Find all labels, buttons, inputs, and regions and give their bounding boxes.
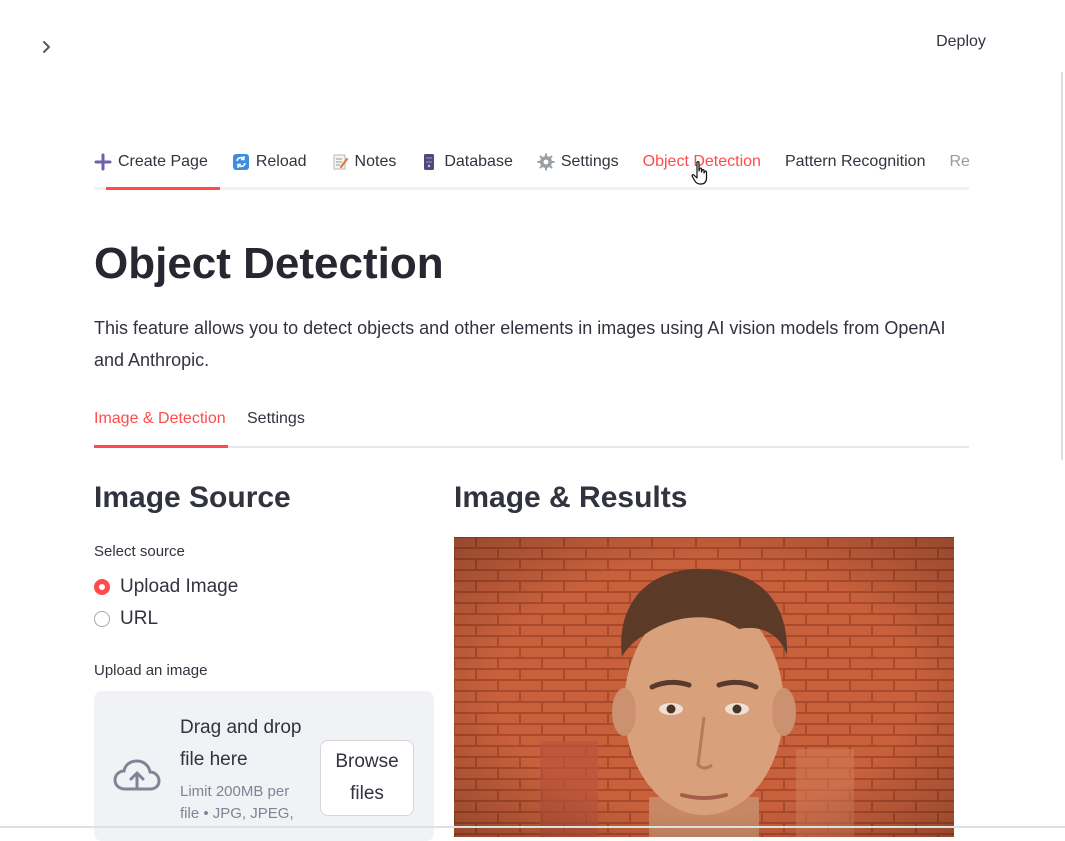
tab-settings[interactable]: Settings	[247, 410, 305, 428]
nav-item-notes[interactable]: Notes	[331, 146, 397, 178]
nav-item-pattern-recognition[interactable]: Pattern Recognition	[785, 146, 926, 178]
content-tabs: Image & Detection Settings	[94, 404, 969, 448]
upload-label: Upload an image	[94, 662, 208, 679]
radio-label: Upload Image	[120, 576, 239, 597]
dropzone-limit-text: Limit 200MB per file • JPG, JPEG,	[180, 783, 294, 822]
nav-item-label: Notes	[354, 153, 397, 170]
sidebar-expand-button[interactable]	[34, 34, 60, 60]
radio-selected-indicator	[94, 579, 110, 595]
chevron-right-icon	[43, 41, 50, 53]
radio-url[interactable]: URL	[94, 608, 158, 630]
nav-item-reload[interactable]: Reload	[232, 146, 307, 178]
database-icon	[420, 153, 438, 171]
nav-item-create-page[interactable]: Create Page	[94, 146, 208, 178]
nav-item-database[interactable]: Database	[420, 146, 513, 178]
page-title: Object Detection	[94, 239, 444, 288]
result-image	[454, 537, 954, 837]
nav-item-label: Settings	[560, 153, 619, 170]
nav-item-label: Rea	[949, 153, 969, 170]
nav-item-label: Reload	[255, 153, 307, 170]
reload-icon	[232, 153, 250, 171]
active-nav-underline	[106, 187, 220, 190]
plus-icon	[94, 153, 112, 171]
radio-upload-image[interactable]: Upload Image	[94, 576, 238, 598]
radio-label: URL	[120, 608, 159, 629]
deploy-button[interactable]: Deploy	[924, 28, 998, 56]
image-source-heading: Image Source	[94, 481, 291, 514]
image-results-heading: Image & Results	[454, 481, 688, 514]
tab-image-detection[interactable]: Image & Detection	[94, 410, 226, 428]
nav-item-label: Pattern Recognition	[784, 153, 926, 170]
nav-item-settings[interactable]: Settings	[537, 146, 619, 178]
nav-item-label: Create Page	[118, 153, 208, 170]
scrollbar[interactable]	[1061, 72, 1063, 460]
cloud-upload-icon	[113, 759, 161, 791]
dropzone-instructions: Drag and drop file here	[180, 717, 302, 770]
top-navigation: Create Page Reload Notes Database Settin…	[94, 146, 969, 190]
active-tab-underline	[94, 445, 228, 448]
memo-icon	[331, 153, 349, 171]
nav-item-overflow[interactable]: Rea	[949, 146, 969, 178]
page-description: This feature allows you to detect object…	[94, 318, 946, 370]
nav-item-label: Database	[444, 153, 513, 170]
browse-files-button[interactable]: Browse files	[320, 740, 414, 816]
radio-unselected-indicator	[94, 611, 110, 627]
hand-cursor-icon	[691, 161, 708, 185]
gear-icon	[537, 153, 555, 171]
select-source-label: Select source	[94, 543, 185, 560]
